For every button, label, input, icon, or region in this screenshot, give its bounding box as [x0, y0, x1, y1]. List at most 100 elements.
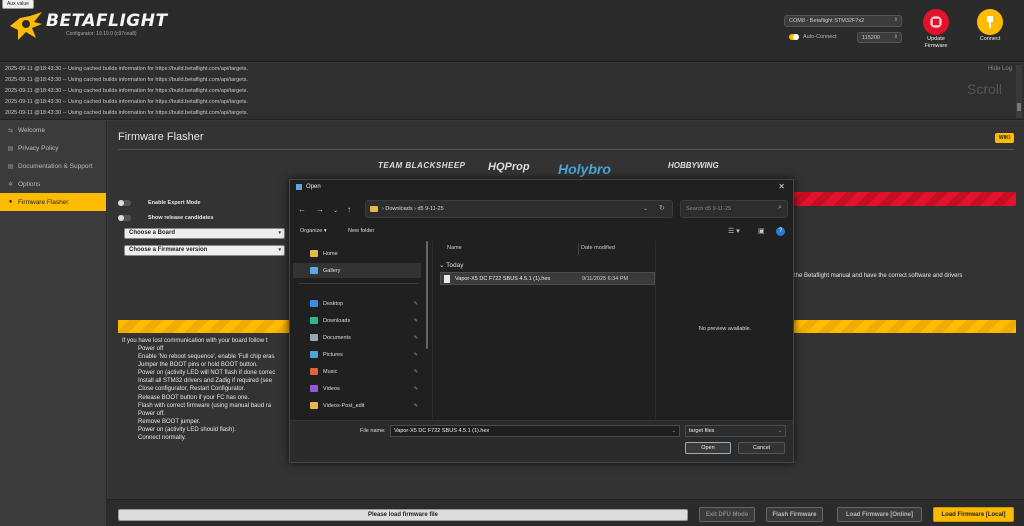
column-separator[interactable] — [578, 243, 579, 255]
group-header-today[interactable]: ⌄ Today — [439, 261, 464, 269]
log-line: 2025-09-11 @18:43:30 -- Using cached bui… — [5, 77, 249, 83]
update-label-line2: Firmware — [924, 43, 948, 49]
app-logo-text: BETAFLIGHT — [46, 11, 168, 31]
pin-icon[interactable]: ✎ — [414, 318, 418, 324]
address-bar[interactable]: › Downloads › d5 9-11-25 ⌄ ↻ — [365, 200, 673, 218]
videos-icon — [310, 385, 318, 392]
nav-scrollbar[interactable] — [426, 241, 428, 349]
file-type-value: target files — [689, 428, 715, 434]
breadcrumb[interactable]: › Downloads › d5 9-11-25 — [382, 206, 444, 212]
chevron-down-icon[interactable]: ⌄ — [333, 207, 338, 214]
chip-icon — [923, 9, 949, 35]
pin-icon[interactable]: ✎ — [414, 369, 418, 375]
recovery-step: Power off — [138, 345, 302, 353]
view-options-icon[interactable]: ☰ ▾ — [728, 227, 740, 235]
port-select[interactable]: COM8 - Betaflight STM32F7x2 ⇕ — [784, 15, 902, 27]
sponsor-logo-tbs[interactable]: TEAM BLACKSHEEP — [378, 161, 466, 170]
dialog-toolbar: Organize ▾ New folder ☰ ▾ ▣ ? — [290, 225, 793, 239]
firmware-version-select[interactable]: Choose a Firmware version ▾ — [124, 245, 285, 256]
forward-arrow-icon[interactable]: → — [316, 205, 324, 214]
refresh-icon[interactable]: ↻ — [659, 204, 665, 212]
app-header: BETAFLIGHT Configurator: 10.10.0 (c97cea… — [0, 0, 1024, 62]
release-candidates-row: Show release candidates — [118, 215, 213, 221]
nav-item-videos-post-edit[interactable]: Videos-Post_edit ✎ — [293, 398, 421, 413]
chevron-down-icon[interactable]: ⌄ — [672, 428, 676, 434]
board-select[interactable]: Choose a Board ▾ — [124, 228, 285, 239]
expert-mode-label: Enable Expert Mode — [148, 200, 201, 206]
nav-item-desktop[interactable]: Desktop ✎ — [293, 296, 421, 311]
update-firmware-button[interactable]: Update Firmware — [918, 9, 954, 50]
flash-firmware-button[interactable]: Flash Firmware — [766, 507, 823, 522]
wiki-button[interactable]: WIKI — [994, 133, 1014, 143]
sponsor-logo-hqprop[interactable]: HQProp — [488, 161, 530, 173]
hide-log-link[interactable]: Hide Log — [988, 66, 1012, 72]
baud-select[interactable]: 115200 ⇕ — [857, 32, 902, 43]
recovery-step: Power off. — [138, 410, 302, 418]
file-row[interactable]: Vapor-X5 DC F722 SBUS 4.5.1 (1).hex 9/11… — [440, 272, 655, 285]
chevron-down-icon: ▾ — [278, 247, 281, 253]
connect-button[interactable]: Connect — [972, 9, 1008, 43]
new-folder-button[interactable]: New folder — [348, 228, 374, 234]
scrollbar-thumb[interactable] — [1017, 103, 1021, 111]
document-icon: ▤ — [7, 163, 14, 170]
group-label: Today — [446, 262, 464, 269]
sidebar-item-privacy-policy[interactable]: ▤ Privacy Policy — [0, 139, 106, 157]
search-input[interactable]: Search d5 9-11-25 ⌕ — [680, 200, 788, 218]
pin-icon[interactable]: ✎ — [414, 352, 418, 358]
log-line: 2025-09-11 @18:43:30 -- Using cached bui… — [5, 66, 249, 72]
dialog-titlebar[interactable]: Open ✕ — [290, 180, 793, 195]
cancel-button[interactable]: Cancel — [738, 442, 785, 454]
nav-item-pictures[interactable]: Pictures ✎ — [293, 347, 421, 362]
file-type-select[interactable]: target files ⌄ — [685, 425, 786, 437]
back-arrow-icon[interactable]: ← — [298, 205, 306, 214]
auto-connect-toggle[interactable] — [789, 34, 799, 40]
nav-item-label: Documents — [323, 334, 351, 341]
update-label-line1: Update — [927, 36, 945, 42]
open-file-dialog: Open ✕ ← → ⌄ ↑ › Downloads › d5 9-11-25 … — [289, 179, 794, 463]
sidebar-item-options[interactable]: ✲ Options — [0, 175, 106, 193]
chevron-down-icon[interactable]: ⌄ — [643, 205, 648, 212]
nav-item-home[interactable]: Home — [293, 246, 421, 261]
nav-item-label: Videos — [323, 385, 340, 392]
pin-icon[interactable]: ✎ — [414, 386, 418, 392]
up-arrow-icon[interactable]: ↑ — [347, 205, 351, 214]
file-icon — [444, 275, 450, 283]
close-icon[interactable]: ✕ — [778, 182, 785, 191]
connect-label: Connect — [979, 36, 1001, 42]
nav-item-label: Downloads — [323, 317, 351, 324]
nav-item-documents[interactable]: Documents ✎ — [293, 330, 421, 345]
sidebar-item-firmware-flasher[interactable]: ● Firmware Flasher — [0, 193, 106, 211]
sidebar-item-label: Documentation & Support — [18, 162, 93, 170]
pin-icon[interactable]: ✎ — [414, 301, 418, 307]
nav-item-downloads[interactable]: Downloads ✎ — [293, 313, 421, 328]
release-candidates-toggle[interactable] — [118, 215, 131, 221]
help-icon[interactable]: ? — [776, 227, 785, 236]
sponsor-logo-hobbywing[interactable]: HOBBYWING — [668, 161, 719, 170]
column-header-date[interactable]: Date modified — [581, 245, 615, 251]
file-name-label: File name: — [360, 428, 386, 434]
sidebar-item-label: Firmware Flasher — [18, 198, 69, 206]
log-panel: 2025-09-11 @18:43:30 -- Using cached bui… — [0, 63, 1024, 120]
recovery-step: Close configurator, Restart Configurator… — [138, 385, 302, 393]
column-header-name[interactable]: Name — [447, 245, 462, 251]
exit-dfu-button[interactable]: Exit DFU Mode — [699, 507, 755, 522]
chevron-updown-icon: ⇕ — [893, 17, 898, 23]
sidebar-item-documentation[interactable]: ▤ Documentation & Support — [0, 157, 106, 175]
preview-pane-icon[interactable]: ▣ — [758, 227, 765, 235]
load-firmware-local-button[interactable]: Load Firmware [Local] — [933, 507, 1014, 522]
pin-icon[interactable]: ✎ — [414, 403, 418, 409]
dialog-title: Open — [306, 184, 321, 190]
sponsor-logo-holybro[interactable]: Holybro — [558, 161, 611, 177]
log-scrollbar[interactable] — [1016, 65, 1022, 118]
nav-item-videos[interactable]: Videos ✎ — [293, 381, 421, 396]
open-button[interactable]: Open — [685, 442, 731, 454]
load-firmware-online-button[interactable]: Load Firmware [Online] — [837, 507, 922, 522]
expert-mode-toggle[interactable] — [118, 200, 131, 206]
organize-menu[interactable]: Organize ▾ — [300, 228, 327, 234]
pin-icon[interactable]: ✎ — [414, 335, 418, 341]
file-name-input[interactable]: Vapor-X5 DC F722 SBUS 4.5.1 (1).hex ⌄ — [390, 425, 680, 437]
sidebar-item-welcome[interactable]: ⇆ Welcome — [0, 121, 106, 139]
nav-item-gallery[interactable]: Gallery — [293, 263, 421, 278]
welcome-icon: ⇆ — [7, 127, 14, 134]
nav-item-music[interactable]: Music ✎ — [293, 364, 421, 379]
